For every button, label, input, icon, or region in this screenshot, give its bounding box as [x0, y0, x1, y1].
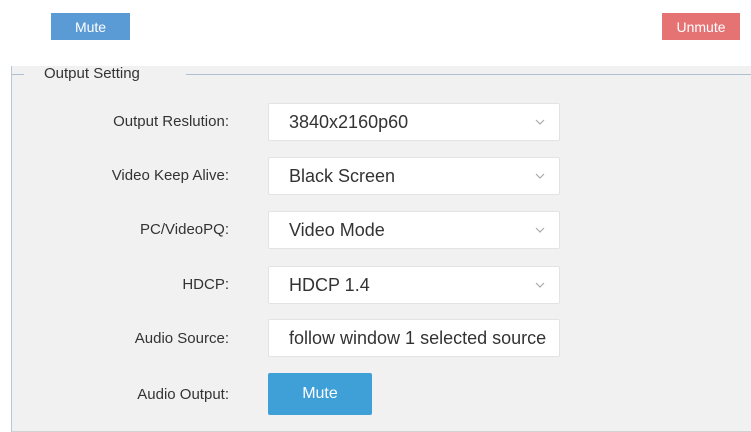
audio-source-value: follow window 1 selected source [289, 327, 547, 348]
pc-video-pq-value: Video Mode [289, 219, 385, 240]
pc-video-pq-select[interactable]: Video Mode [268, 211, 560, 249]
fieldset-border-right [186, 74, 751, 75]
audio-source-label: Audio Source: [134, 330, 229, 347]
mute-button-top[interactable]: Mute [51, 13, 130, 40]
chevron-down-icon [535, 119, 545, 125]
pc-video-pq-label: PC/VideoPQ: [140, 221, 229, 238]
fieldset-border-left [12, 74, 24, 75]
output-resolution-value: 3840x2160p60 [289, 111, 409, 132]
output-setting-legend: Output Setting [44, 65, 140, 82]
audio-output-mute-button[interactable]: Mute [268, 373, 372, 415]
video-keep-alive-select[interactable]: Black Screen [268, 157, 560, 195]
hdcp-select[interactable]: HDCP 1.4 [268, 266, 560, 304]
audio-output-label: Audio Output: [137, 386, 229, 403]
video-keep-alive-value: Black Screen [289, 165, 396, 186]
audio-source-field[interactable]: follow window 1 selected source [268, 319, 560, 357]
hdcp-value: HDCP 1.4 [289, 274, 370, 295]
chevron-down-icon [535, 173, 545, 179]
video-keep-alive-label: Video Keep Alive: [111, 167, 229, 184]
chevron-down-icon [535, 227, 545, 233]
chevron-down-icon [535, 282, 545, 288]
unmute-button-top[interactable]: Unmute [662, 13, 740, 40]
output-resolution-label: Output Reslution: [113, 113, 229, 130]
hdcp-label: HDCP: [182, 276, 229, 293]
output-resolution-select[interactable]: 3840x2160p60 [268, 103, 560, 141]
